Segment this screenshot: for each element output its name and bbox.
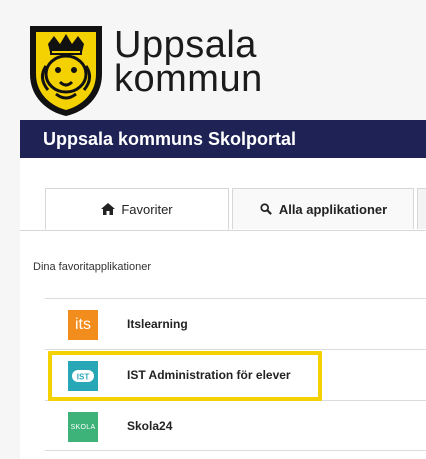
main-panel: Favoriter Alla applikationer Dina favori…	[20, 158, 426, 459]
portal-header-bar: Uppsala kommuns Skolportal	[20, 120, 426, 158]
page-title: Uppsala kommuns Skolportal	[43, 129, 297, 149]
ist-app-icon: IST	[68, 361, 98, 391]
favorites-section-label: Dina favoritapplikationer	[33, 261, 152, 273]
itslearning-app-icon: its	[68, 310, 98, 340]
tab-alla-applikationer-label: Alla applikationer	[278, 202, 388, 217]
list-item-ist-administration[interactable]: IST IST Administration för elever	[45, 349, 426, 400]
brand-line-2: kommun	[114, 58, 263, 100]
home-icon	[101, 203, 116, 215]
list-item-skola24[interactable]: SKOLA Skola24	[45, 400, 426, 451]
skola24-app-icon: SKOLA	[68, 412, 98, 442]
lion-crown-crest-icon	[30, 26, 102, 116]
tab-favoriter-label: Favoriter	[121, 202, 173, 217]
ist-logo-icon: IST	[72, 370, 94, 382]
uppsala-kommun-logo[interactable]: Uppsala kommun	[24, 22, 262, 118]
tab-overflow[interactable]	[417, 188, 426, 229]
tab-alla-applikationer[interactable]: Alla applikationer	[232, 188, 414, 229]
brand-line-1: Uppsala	[114, 24, 257, 66]
tab-bar: Favoriter Alla applikationer	[20, 188, 426, 231]
app-name: IST Administration för elever	[127, 368, 291, 382]
search-icon	[260, 203, 272, 215]
list-item-itslearning[interactable]: its Itslearning	[45, 298, 426, 349]
svg-text:IST: IST	[77, 373, 90, 382]
tab-favoriter[interactable]: Favoriter	[45, 188, 229, 230]
app-name: Itslearning	[127, 317, 188, 331]
app-name: Skola24	[127, 419, 173, 433]
